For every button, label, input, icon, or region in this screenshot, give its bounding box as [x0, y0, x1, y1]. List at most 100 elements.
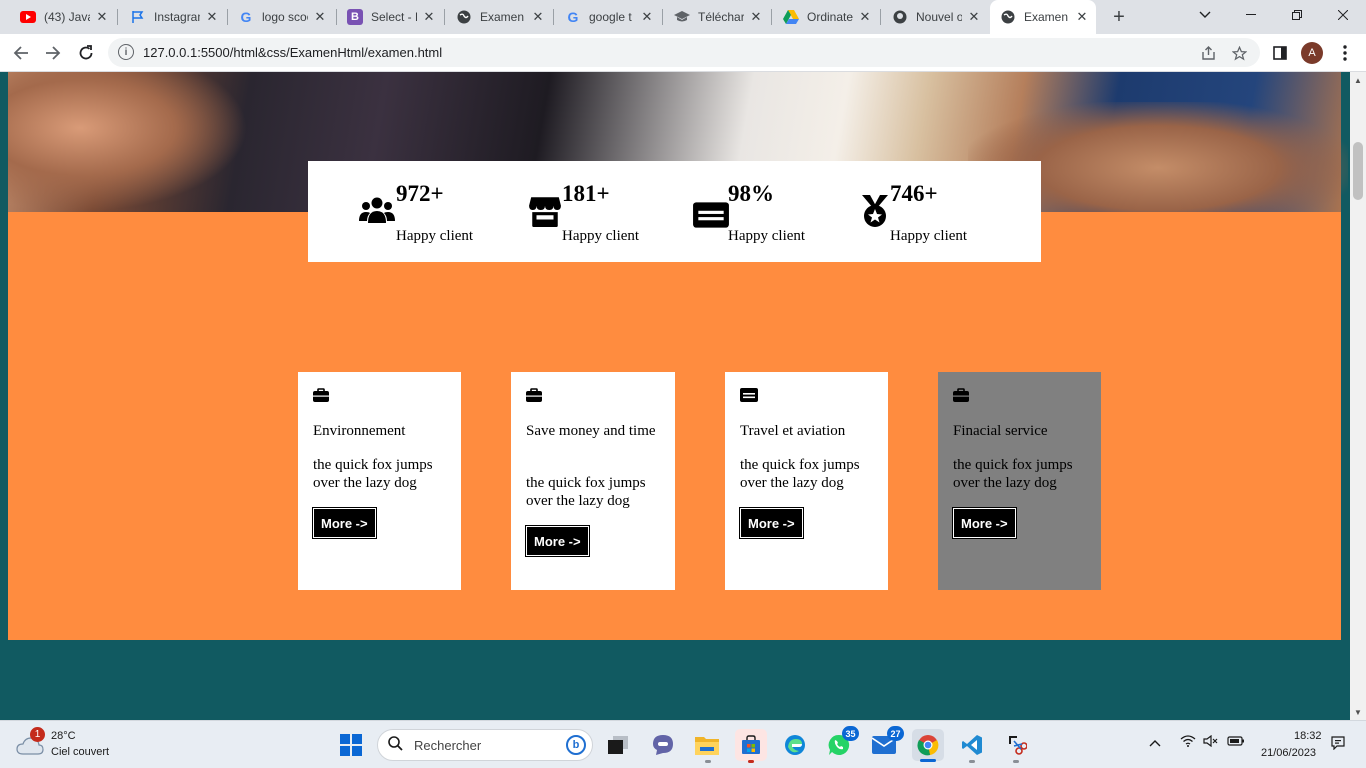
graduation-cap-icon — [674, 9, 690, 25]
card-title: Travel et aviation — [740, 423, 846, 439]
stat-value: 98% — [728, 181, 774, 206]
back-button[interactable] — [9, 41, 33, 65]
vscode-button[interactable] — [956, 729, 988, 761]
users-icon — [359, 197, 395, 223]
stat-value: 746+ — [890, 181, 938, 206]
flag-icon — [130, 9, 146, 25]
reload-button[interactable] — [74, 41, 98, 65]
side-panel-icon — [1273, 46, 1287, 60]
page-scrollbar[interactable]: ▲ ▼ — [1350, 72, 1366, 720]
wifi-icon[interactable] — [1180, 735, 1196, 750]
browser-tab-strip: (43) Java ✕ Instagram ✕ G logo scool ✕ B… — [0, 0, 1366, 34]
id-card-icon — [740, 388, 758, 402]
tab-select[interactable]: B Select - E ✕ — [337, 0, 443, 34]
weather-description[interactable]: Ciel couvert — [51, 746, 109, 758]
clock-time[interactable]: 18:32 — [1294, 730, 1322, 742]
edge-button[interactable] — [779, 729, 811, 761]
arrow-right-icon — [46, 46, 61, 60]
more-button[interactable]: More -> — [739, 507, 804, 539]
close-icon[interactable]: ✕ — [204, 9, 220, 25]
search-icon — [388, 736, 403, 755]
chevron-up-icon — [1149, 740, 1161, 747]
battery-icon[interactable] — [1227, 735, 1245, 750]
close-icon[interactable]: ✕ — [312, 9, 328, 25]
close-window-button[interactable] — [1320, 0, 1366, 30]
chrome-icon — [917, 735, 939, 756]
tab-ordinateur[interactable]: Ordinate ✕ — [773, 0, 879, 34]
minimize-button[interactable] — [1228, 0, 1274, 30]
volume-muted-icon[interactable] — [1203, 734, 1219, 750]
share-icon[interactable] — [1198, 43, 1218, 63]
tab-telecharger[interactable]: Téléchar ✕ — [664, 0, 770, 34]
close-icon — [1338, 10, 1348, 20]
menu-button[interactable] — [1333, 41, 1357, 65]
close-icon[interactable]: ✕ — [530, 9, 546, 25]
new-tab-button[interactable]: + — [1108, 6, 1130, 28]
windows-taskbar: 1 28°C Ciel couvert Rechercher b 35 27 1… — [0, 720, 1366, 768]
card-text: the quick fox jumps over the lazy dog — [953, 457, 1073, 491]
store-icon — [529, 197, 561, 227]
scissors-icon — [1009, 736, 1027, 755]
close-icon[interactable]: ✕ — [1074, 9, 1090, 25]
globe-icon — [456, 9, 472, 25]
url-text[interactable]: 127.0.0.1:5500/html&css/ExamenHtml/exame… — [143, 45, 442, 60]
whatsapp-button[interactable]: 35 — [823, 726, 859, 761]
restore-button[interactable] — [1274, 0, 1320, 30]
close-icon[interactable]: ✕ — [966, 9, 982, 25]
card-text: the quick fox jumps over the lazy dog — [526, 475, 646, 509]
tab-examen-active[interactable]: Examen ✕ — [990, 0, 1096, 34]
tab-examen-1[interactable]: Examen ✕ — [446, 0, 552, 34]
tab-nouvel[interactable]: Nouvel o ✕ — [882, 0, 988, 34]
file-explorer-button[interactable] — [691, 729, 723, 761]
close-icon[interactable]: ✕ — [748, 9, 764, 25]
vscode-icon — [962, 735, 982, 755]
notification-icon[interactable] — [1331, 736, 1345, 753]
close-icon[interactable]: ✕ — [94, 9, 110, 25]
more-button[interactable]: More -> — [312, 507, 377, 539]
scrollbar-thumb[interactable] — [1353, 142, 1363, 200]
more-vertical-icon — [1343, 45, 1347, 61]
weather-temperature[interactable]: 28°C — [51, 730, 76, 742]
task-view-button[interactable] — [602, 729, 634, 761]
globe-icon — [1000, 9, 1016, 25]
more-button[interactable]: More -> — [952, 507, 1017, 539]
folder-icon — [695, 737, 719, 755]
tab-search-button[interactable] — [1182, 0, 1228, 30]
address-bar[interactable]: i 127.0.0.1:5500/html&css/ExamenHtml/exa… — [108, 38, 1260, 67]
service-card: Finacial service the quick fox jumps ove… — [938, 372, 1101, 590]
tab-google[interactable]: G google t ✕ — [555, 0, 661, 34]
tab-youtube[interactable]: (43) Java ✕ — [10, 0, 116, 34]
card-title: Environnement — [313, 423, 406, 439]
scroll-up-arrow[interactable]: ▲ — [1350, 72, 1366, 88]
forward-button[interactable] — [41, 41, 65, 65]
close-icon[interactable]: ✕ — [421, 9, 437, 25]
bootstrap-icon: B — [347, 9, 363, 25]
start-button[interactable] — [340, 734, 362, 756]
more-button[interactable]: More -> — [525, 525, 590, 557]
profile-avatar[interactable]: A — [1301, 42, 1323, 64]
task-view-icon — [608, 736, 628, 754]
side-panel-button[interactable] — [1268, 41, 1292, 65]
medal-icon — [862, 195, 888, 227]
mail-button[interactable]: 27 — [868, 726, 904, 761]
chrome-button[interactable] — [912, 729, 944, 761]
clock-date[interactable]: 21/06/2023 — [1261, 747, 1316, 759]
tray-overflow-chevron[interactable] — [1149, 735, 1161, 750]
store-bag-icon — [742, 735, 760, 754]
info-icon[interactable]: i — [118, 44, 134, 60]
scroll-down-arrow[interactable]: ▼ — [1350, 704, 1366, 720]
close-icon[interactable]: ✕ — [857, 9, 873, 25]
tab-logo-scool[interactable]: G logo scool ✕ — [228, 0, 334, 34]
taskbar-search[interactable]: Rechercher b — [377, 729, 593, 761]
bing-icon[interactable]: b — [566, 735, 586, 755]
close-icon[interactable]: ✕ — [639, 9, 655, 25]
reload-icon — [79, 45, 93, 60]
snipping-tool-button[interactable] — [1000, 729, 1032, 761]
stat-label: Happy client — [890, 228, 968, 244]
card-title: Save money and time — [526, 423, 656, 439]
bookmark-star-icon[interactable] — [1229, 43, 1249, 63]
microsoft-store-button[interactable] — [735, 729, 767, 761]
teams-chat-button[interactable] — [647, 729, 679, 761]
tab-instagram[interactable]: Instagram ✕ — [120, 0, 226, 34]
stat-label: Happy client — [728, 228, 806, 244]
